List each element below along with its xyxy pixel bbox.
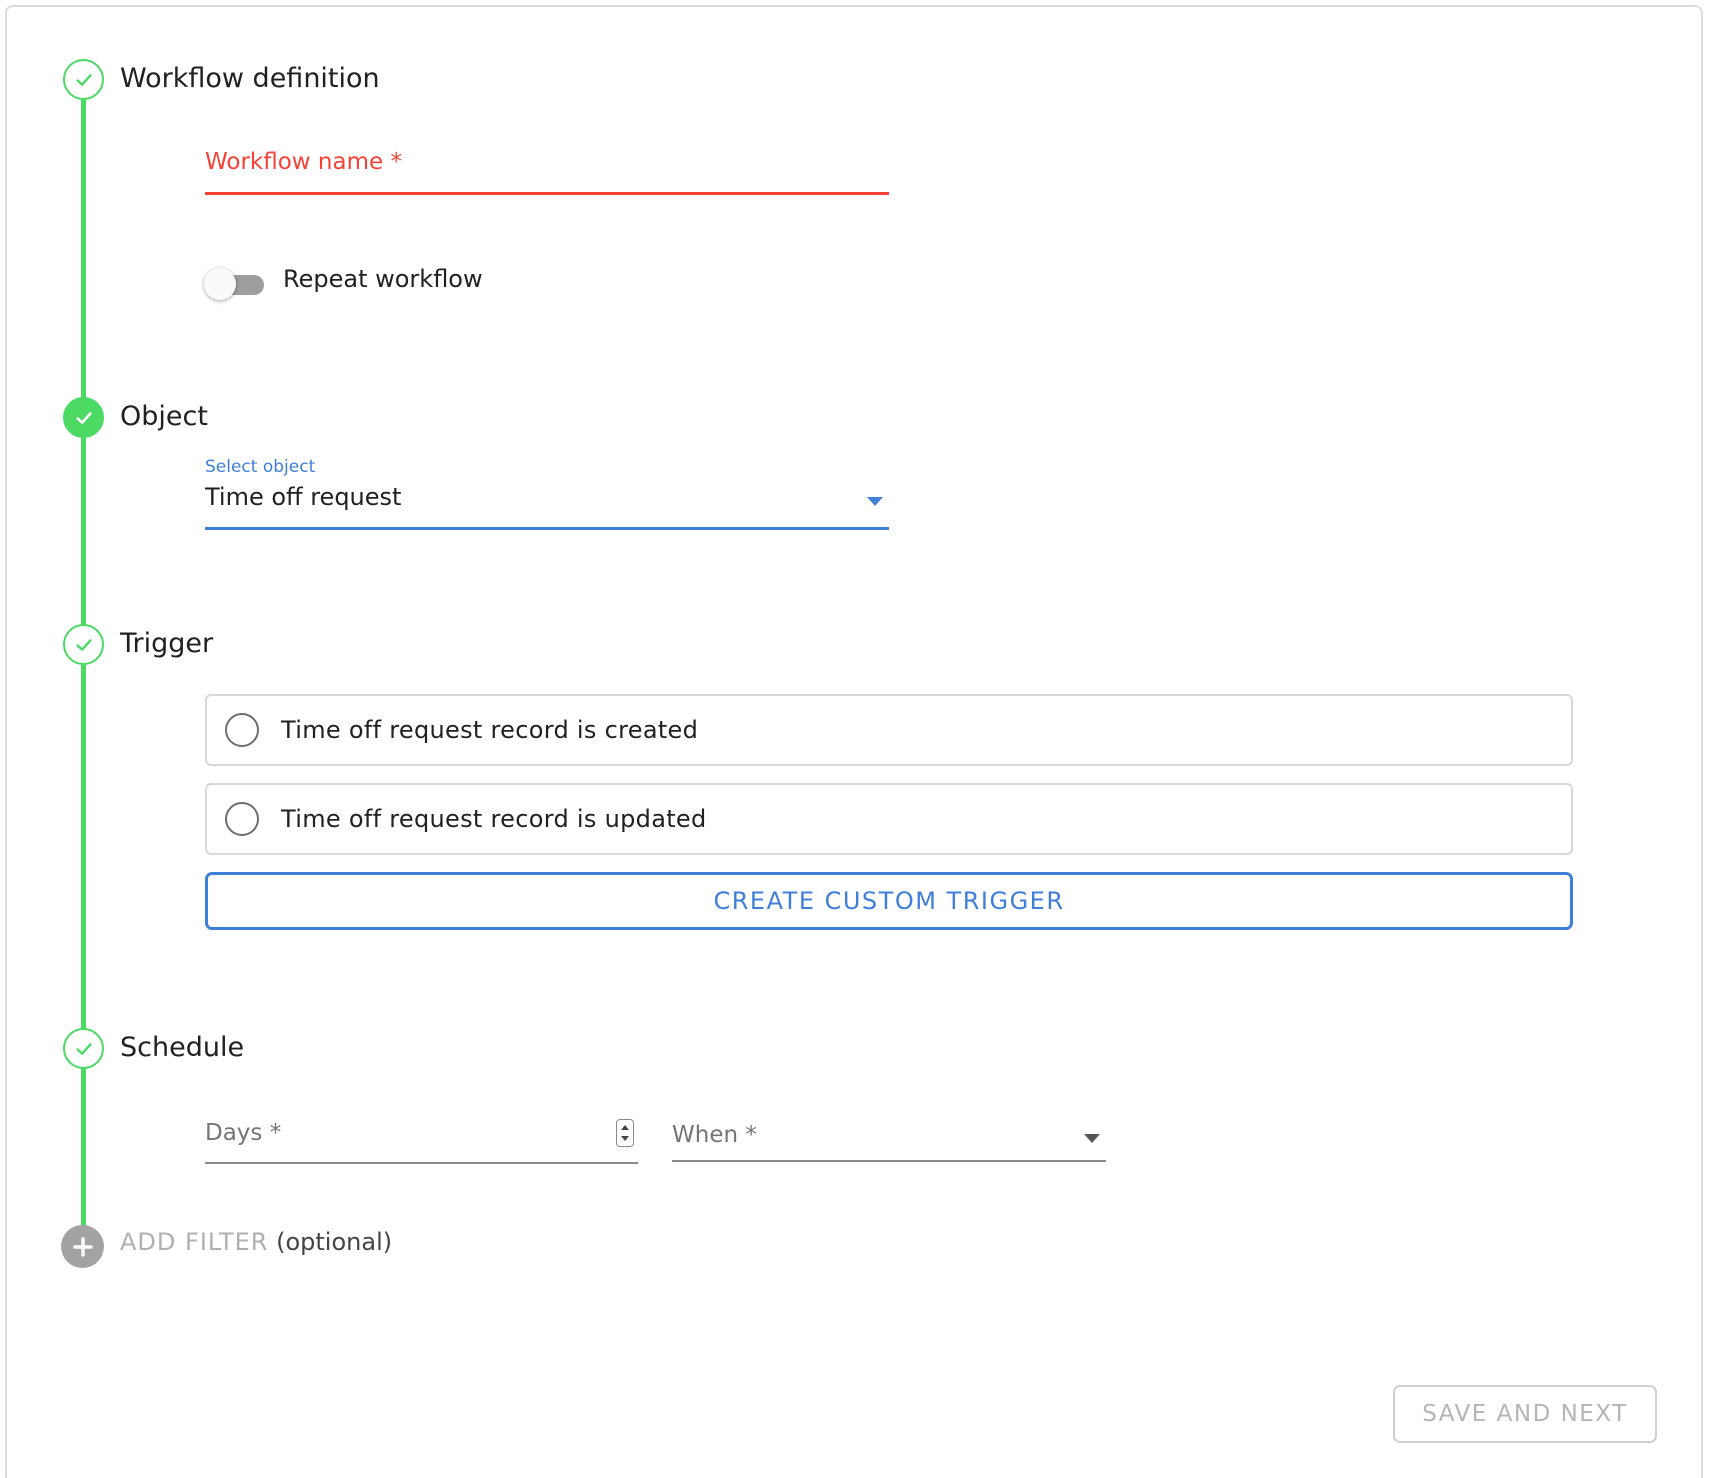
days-underline — [205, 1162, 638, 1164]
days-input[interactable]: Days * — [205, 1115, 638, 1165]
step-active-check-icon — [63, 397, 104, 438]
check-icon — [75, 638, 92, 651]
select-object-dropdown[interactable]: Select object Time off request — [205, 457, 889, 533]
days-label: Days * — [205, 1120, 282, 1146]
add-filter-optional: (optional) — [276, 1228, 393, 1256]
repeat-workflow-toggle[interactable] — [204, 268, 268, 300]
toggle-thumb — [204, 268, 236, 300]
stepper-connector — [81, 1067, 86, 1227]
when-select[interactable]: When * — [672, 1115, 1106, 1165]
select-object-underline — [205, 527, 889, 530]
trigger-option-updated[interactable]: Time off request record is updated — [205, 783, 1573, 855]
step-complete-check-icon — [63, 1028, 104, 1069]
check-icon — [75, 411, 92, 424]
create-custom-trigger-button[interactable]: CREATE CUSTOM TRIGGER — [205, 872, 1573, 930]
plus-icon — [72, 1236, 93, 1257]
number-spinner-icon[interactable] — [616, 1119, 634, 1147]
caret-down-icon — [867, 497, 883, 506]
spinner-up-icon — [621, 1125, 629, 1130]
add-filter-plus-icon[interactable] — [61, 1225, 104, 1268]
check-icon — [75, 73, 92, 86]
add-filter-link[interactable]: ADD FILTER (optional) — [120, 1228, 392, 1256]
workflow-name-label: Workflow name * — [205, 149, 402, 175]
step-title-trigger: Trigger — [120, 628, 214, 659]
workflow-name-field[interactable]: Workflow name * — [205, 149, 889, 197]
stepper-connector — [81, 97, 86, 405]
stepper-connector — [81, 663, 86, 1033]
radio-button[interactable] — [225, 802, 259, 836]
check-icon — [75, 1042, 92, 1055]
when-underline — [672, 1160, 1106, 1162]
add-filter-label: ADD FILTER — [120, 1228, 269, 1256]
radio-button[interactable] — [225, 713, 259, 747]
workflow-form-card: Workflow definition Workflow name * Repe… — [5, 5, 1703, 1478]
stepper-connector — [81, 436, 86, 629]
step-title-object: Object — [120, 401, 208, 432]
caret-down-icon — [1084, 1134, 1100, 1143]
when-label: When * — [672, 1122, 757, 1148]
spinner-down-icon — [621, 1136, 629, 1141]
workflow-name-underline — [205, 192, 889, 195]
trigger-option-label: Time off request record is updated — [281, 805, 707, 833]
trigger-option-label: Time off request record is created — [281, 716, 699, 744]
step-complete-check-icon — [63, 59, 104, 100]
step-complete-check-icon — [63, 624, 104, 665]
save-and-next-button[interactable]: SAVE AND NEXT — [1393, 1385, 1657, 1443]
select-object-value: Time off request — [205, 483, 402, 511]
step-title-workflow-definition: Workflow definition — [120, 63, 380, 94]
trigger-option-created[interactable]: Time off request record is created — [205, 694, 1573, 766]
repeat-workflow-label: Repeat workflow — [283, 265, 483, 293]
select-object-label: Select object — [205, 457, 316, 477]
step-title-schedule: Schedule — [120, 1032, 245, 1063]
